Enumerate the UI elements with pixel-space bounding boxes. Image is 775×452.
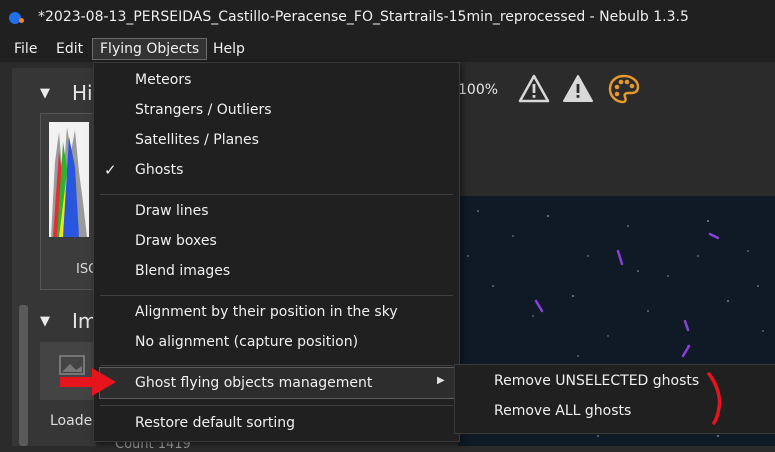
image-area-top [458, 118, 775, 196]
checkmark-icon: ✓ [104, 161, 117, 179]
histogram-panel-title: Hi [72, 81, 93, 105]
warning-filled-icon[interactable] [562, 74, 594, 104]
menu-help[interactable]: Help [206, 39, 252, 59]
menu-item-satellites-planes[interactable]: Satellites / Planes [135, 132, 259, 148]
title-bar: *2023-08-13_PERSEIDAS_Castillo-Peracense… [0, 0, 775, 36]
histogram-graph [49, 122, 89, 237]
ghost-trail [681, 344, 691, 358]
menu-separator [100, 405, 453, 406]
menu-item-remove-unselected-ghosts[interactable]: Remove UNSELECTED ghosts [494, 373, 699, 389]
menu-item-no-alignment[interactable]: No alignment (capture position) [135, 334, 358, 350]
window-title: *2023-08-13_PERSEIDAS_Castillo-Peracense… [38, 9, 689, 25]
ghost-trail [616, 249, 624, 266]
menu-item-remove-all-ghosts[interactable]: Remove ALL ghosts [494, 403, 631, 419]
menu-item-restore-sorting[interactable]: Restore default sorting [135, 415, 295, 431]
menu-separator [100, 194, 453, 195]
menu-item-blend-images[interactable]: Blend images [135, 263, 230, 279]
menu-item-alignment-sky[interactable]: Alignment by their position in the sky [135, 304, 398, 320]
flying-objects-menu: Meteors Strangers / Outliers Satellites … [93, 62, 460, 442]
menu-item-meteors[interactable]: Meteors [135, 72, 191, 88]
image-collapse-toggle[interactable]: ▼ [40, 314, 50, 329]
left-panel-scrollbar[interactable] [19, 305, 28, 446]
menu-item-ghosts[interactable]: Ghosts [135, 162, 183, 178]
warning-outline-icon[interactable] [518, 74, 550, 104]
menu-item-draw-lines[interactable]: Draw lines [135, 203, 209, 219]
menu-item-draw-boxes[interactable]: Draw boxes [135, 233, 217, 249]
red-arrow-annotation-icon [60, 368, 116, 396]
nebulb-logo-dot [19, 18, 24, 23]
palette-icon[interactable] [608, 74, 640, 104]
menu-item-strangers-outliers[interactable]: Strangers / Outliers [135, 102, 272, 118]
menu-bar: File Edit Flying Objects Help [0, 36, 775, 62]
submenu-arrow-icon: ▶ [437, 375, 445, 386]
menu-flying-objects[interactable]: Flying Objects [92, 38, 208, 60]
ghost-trail [683, 319, 690, 332]
menu-file[interactable]: File [7, 39, 44, 59]
ghost-trail [534, 299, 544, 313]
zoom-level: 100% [458, 82, 499, 98]
histogram-collapse-toggle[interactable]: ▼ [40, 86, 50, 101]
menu-item-ghost-management[interactable]: Ghost flying objects management [135, 375, 372, 391]
menu-edit[interactable]: Edit [49, 39, 90, 59]
menu-separator [100, 365, 453, 366]
red-bracket-annotation-icon [707, 372, 722, 425]
ghost-trail [708, 232, 720, 240]
menu-separator [100, 295, 453, 296]
